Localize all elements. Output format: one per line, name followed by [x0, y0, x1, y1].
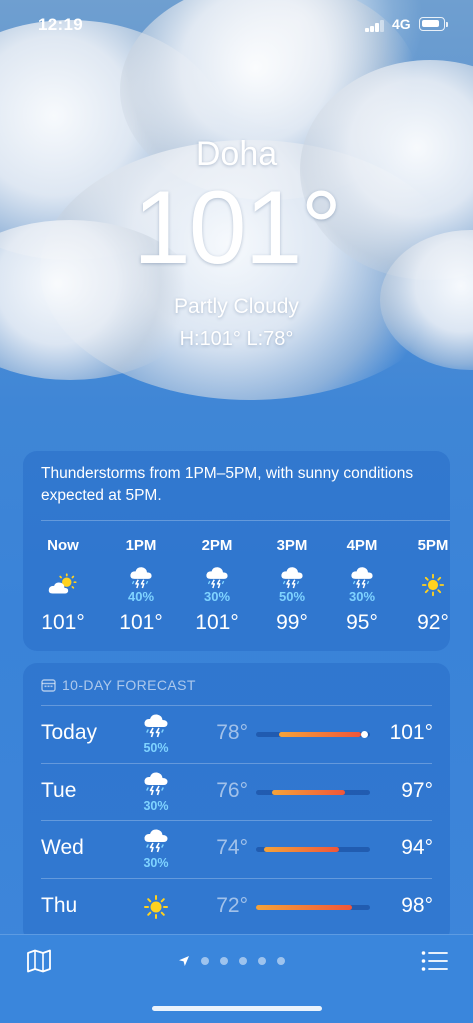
forecast-row[interactable]: Thu 72° 98° [23, 878, 450, 935]
forecast-high: 98° [401, 894, 433, 917]
thunderstorm-icon [262, 565, 322, 589]
temperature-range-bar [256, 731, 370, 738]
precipitation-chance [403, 597, 463, 605]
divider [41, 763, 432, 764]
sun-icon [137, 894, 175, 923]
hour-temperature: 99° [276, 611, 308, 634]
location-arrow-icon [179, 956, 189, 966]
hourly-summary: Thunderstorms from 1PM–5PM, with sunny c… [41, 465, 414, 504]
hourly-forecast-card[interactable]: Thunderstorms from 1PM–5PM, with sunny c… [23, 451, 450, 651]
precipitation-chance: 50% [278, 589, 306, 604]
hour-label: 1PM [125, 537, 157, 554]
precipitation-chance: 30% [143, 799, 169, 813]
temperature-range-fill [272, 790, 345, 795]
partly-cloudy-icon [33, 573, 93, 597]
hour-item: Now 101° [33, 537, 93, 635]
hour-item: 2PM 30% 101° [187, 537, 247, 635]
thunderstorm-icon [111, 565, 171, 589]
forecast-title: 10-DAY FORECAST [62, 677, 196, 693]
precipitation-chance: 50% [143, 741, 169, 755]
sun-icon [403, 573, 463, 597]
forecast-high: 101° [389, 721, 433, 744]
precipitation-chance: 30% [143, 856, 169, 870]
hour-temperature: 101° [119, 611, 163, 634]
temperature-range-bar [256, 847, 370, 852]
divider [41, 705, 432, 706]
ten-day-forecast-card[interactable]: 10-DAY FORECAST Today 50% 78° 101° Tue 3… [23, 663, 450, 943]
page-dot [277, 957, 285, 965]
forecast-day: Wed [41, 836, 84, 859]
thunderstorm-icon: 50% [137, 712, 175, 755]
forecast-row[interactable]: Tue 30% 76° 97° [23, 763, 450, 820]
forecast-day: Thu [41, 894, 78, 917]
temperature-range-fill [264, 847, 340, 852]
thunderstorm-icon: 30% [137, 770, 175, 813]
divider [41, 820, 432, 821]
hour-item: 4PM 30% 95° [332, 537, 392, 635]
status-time: 12:19 [38, 15, 83, 34]
battery-icon [419, 17, 448, 31]
precipitation-chance: 40% [127, 589, 155, 604]
hour-item: 5PM 92° [403, 537, 463, 635]
hour-temperature: 95° [346, 611, 378, 634]
forecast-low: 72° [216, 894, 248, 917]
temperature-range-fill [278, 732, 361, 737]
hour-temperature: 101° [41, 611, 85, 634]
calendar-icon [41, 679, 56, 692]
page-dot [201, 957, 209, 965]
precipitation-chance [33, 597, 93, 605]
temperature-range-fill [256, 905, 352, 910]
hour-label: 3PM [276, 537, 308, 554]
network-type: 4G [392, 16, 411, 32]
hour-temperature: 92° [417, 611, 449, 634]
temperature-range-bar [256, 790, 370, 795]
forecast-day: Tue [41, 779, 77, 802]
hour-label: 2PM [201, 537, 233, 554]
hour-label: 4PM [346, 537, 378, 554]
forecast-low: 78° [216, 721, 248, 744]
map-icon[interactable] [26, 949, 52, 973]
page-dot [258, 957, 266, 965]
current-condition: Partly Cloudy [174, 295, 299, 318]
forecast-low: 76° [216, 779, 248, 802]
cellular-signal-icon [365, 20, 385, 32]
list-icon[interactable] [421, 950, 448, 972]
forecast-row[interactable]: Wed 30% 74° 94° [23, 820, 450, 877]
forecast-low: 74° [216, 836, 248, 859]
status-bar: 12:19 4G [0, 0, 473, 52]
current-temp-marker [360, 731, 368, 738]
hour-temperature: 101° [195, 611, 239, 634]
current-temperature: 101° [132, 170, 342, 286]
page-indicator[interactable] [178, 954, 285, 968]
hour-label: Now [47, 537, 79, 554]
forecast-header: 10-DAY FORECAST [41, 677, 196, 693]
forecast-row[interactable]: Today 50% 78° 101° [23, 705, 450, 762]
forecast-high: 97° [401, 779, 433, 802]
precipitation-chance: 30% [203, 589, 231, 604]
divider [41, 878, 432, 879]
temperature-range-bar [256, 905, 370, 910]
hour-item: 3PM 50% 99° [262, 537, 322, 635]
page-dot [239, 957, 247, 965]
hour-item: 1PM 40% 101° [111, 537, 171, 635]
precipitation-chance: 30% [348, 589, 376, 604]
thunderstorm-icon [187, 565, 247, 589]
high-low: H:101° L:78° [179, 328, 294, 350]
divider [41, 520, 450, 521]
thunderstorm-icon: 30% [137, 827, 175, 870]
hour-label: 5PM [417, 537, 449, 554]
page-dot [220, 957, 228, 965]
home-indicator[interactable] [152, 1006, 322, 1011]
forecast-day: Today [41, 721, 98, 744]
city-name: Doha [195, 135, 278, 173]
thunderstorm-icon [332, 565, 392, 589]
forecast-high: 94° [401, 836, 433, 859]
